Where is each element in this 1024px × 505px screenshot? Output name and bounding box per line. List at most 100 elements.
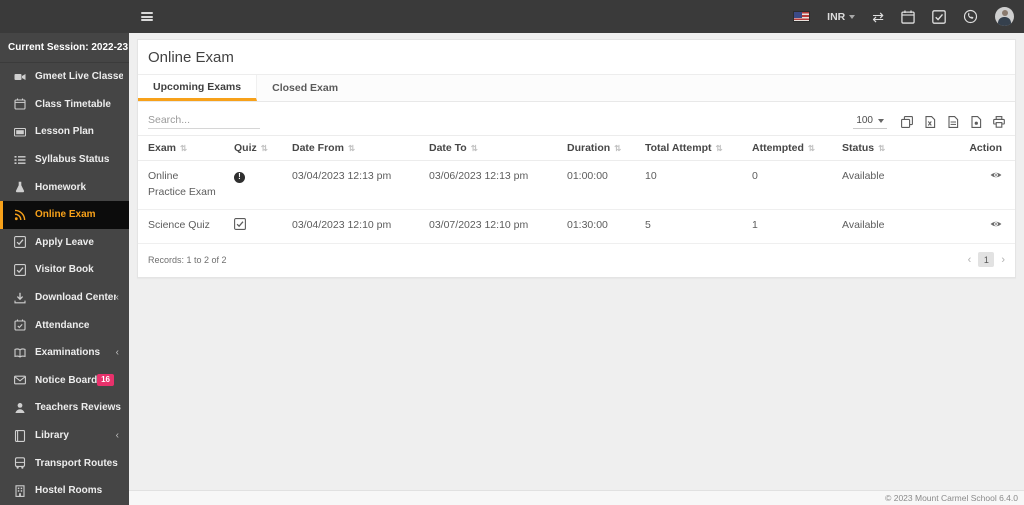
table-row: Science Quiz 03/04/2023 12:10 pm 03/07/202… — [138, 209, 1015, 245]
top-navbar: INR ⇄ — [0, 0, 1024, 33]
exclamation-circle-icon: ! — [234, 171, 245, 183]
sidebar-item-homework[interactable]: Homework — [0, 173, 129, 201]
excel-button[interactable] — [924, 115, 936, 128]
navbar-logo-area — [0, 0, 129, 33]
copy-button[interactable] — [901, 115, 913, 128]
navbar-right-cluster: INR ⇄ — [793, 7, 1024, 26]
sidebar-item-lesson-plan[interactable]: Lesson Plan — [0, 118, 129, 146]
sidebar-item-online-exam[interactable]: Online Exam — [0, 200, 129, 229]
csv-icon — [947, 115, 959, 128]
column-header-date-to[interactable]: Date To ⇅ — [421, 135, 559, 161]
current-session-label: Current Session: 2022-23 — [0, 33, 129, 63]
sidebar-item-gmeet-live-classes[interactable]: Gmeet Live Classes — [0, 63, 129, 91]
sidebar-item-label: Notice Board — [35, 374, 98, 386]
csv-button[interactable] — [947, 115, 959, 128]
screen-icon — [13, 126, 27, 138]
print-icon — [993, 115, 1005, 128]
toolbar-right: 100 — [853, 114, 1005, 129]
sidebar-item-label: Examinations — [35, 347, 101, 359]
language-flag-icon[interactable] — [793, 11, 811, 22]
sidebar-item-notice-board[interactable]: Notice Board 16 — [0, 367, 129, 395]
sidebar-item-hostel-rooms[interactable]: Hostel Rooms — [0, 477, 129, 505]
sidebar-item-visitor-book[interactable]: Visitor Book — [0, 256, 129, 284]
sidebar-menu: Gmeet Live Classes Class Timetable Lesson … — [0, 63, 129, 505]
sort-icon: ⇅ — [807, 143, 816, 153]
footer-copyright: © 2023 Mount Carmel School 6.4.0 — [129, 490, 1024, 505]
bus-icon — [13, 457, 27, 469]
sort-icon: ⇅ — [614, 143, 622, 153]
sidebar-item-apply-leave[interactable]: Apply Leave — [0, 229, 129, 257]
attempted-cell: 0 — [744, 160, 834, 210]
total-attempt-cell: 5 — [637, 209, 744, 245]
exam-name: Science Quiz — [138, 209, 226, 245]
column-header-date-from[interactable]: Date From ⇅ — [284, 135, 421, 161]
copy-icon — [901, 115, 913, 128]
duration-cell: 01:30:00 — [559, 209, 637, 245]
video-camera-icon — [13, 71, 27, 83]
exam-tabs: Upcoming Exams Closed Exam — [138, 75, 1015, 102]
whatsapp-icon[interactable] — [963, 9, 978, 24]
check-square-icon — [234, 217, 246, 230]
column-header-exam[interactable]: Exam ⇅ — [138, 135, 226, 161]
menu-toggle-icon[interactable] — [141, 12, 153, 21]
tab-upcoming-exams[interactable]: Upcoming Exams — [138, 75, 258, 101]
sidebar-item-library[interactable]: Library ‹ — [0, 422, 129, 450]
calendar-check-icon — [13, 319, 27, 331]
column-header-attempted[interactable]: Attempted ⇅ — [744, 135, 834, 161]
exams-table: Exam ⇅ Quiz ⇅ Date From ⇅ Date To ⇅ Duration ⇅ Tot… — [138, 135, 1015, 245]
table-toolbar: 100 — [138, 102, 1015, 135]
sidebar-item-label: Homework — [35, 181, 87, 193]
page-number-button[interactable]: 1 — [978, 252, 995, 268]
calendar-icon[interactable] — [901, 9, 915, 24]
status-cell: Available — [834, 209, 954, 245]
prev-page-button[interactable]: ‹ — [968, 254, 972, 266]
sidebar-item-attendance[interactable]: Attendance — [0, 311, 129, 339]
sidebar-item-label: Transport Routes — [35, 457, 118, 469]
check-square-icon — [13, 236, 27, 249]
main-content: Online Exam Upcoming ExamsClosed Exam 10… — [129, 33, 1024, 505]
column-header-action: Action — [954, 135, 1015, 161]
date-from-cell: 03/04/2023 12:13 pm — [284, 160, 421, 210]
search-input[interactable] — [148, 112, 260, 129]
sidebar-item-label: Hostel Rooms — [35, 485, 103, 497]
quiz-cell — [226, 209, 284, 245]
column-header-total-attempt[interactable]: Total Attempt ⇅ — [637, 135, 744, 161]
flask-icon — [13, 181, 27, 193]
column-header-quiz[interactable]: Quiz ⇅ — [226, 135, 284, 161]
user-icon — [13, 402, 27, 414]
pdf-button[interactable] — [970, 115, 982, 128]
rss-icon — [13, 209, 27, 221]
eye-icon[interactable] — [990, 169, 1002, 181]
page-size-select[interactable]: 100 — [853, 114, 887, 129]
chevron-down-icon — [849, 14, 856, 19]
sidebar-item-examinations[interactable]: Examinations ‹ — [0, 339, 129, 367]
sidebar-item-syllabus-status[interactable]: Syllabus Status — [0, 146, 129, 174]
chevron-left-icon: ‹ — [115, 430, 119, 442]
download-icon — [13, 292, 27, 304]
sidebar-item-label: Library — [35, 430, 69, 442]
currency-dropdown[interactable]: INR — [827, 11, 856, 23]
action-cell — [954, 209, 1015, 245]
exchange-icon[interactable]: ⇄ — [872, 10, 884, 24]
column-header-duration[interactable]: Duration ⇅ — [559, 135, 637, 161]
excel-icon — [924, 115, 936, 128]
sidebar-item-label: Class Timetable — [35, 98, 111, 110]
eye-icon[interactable] — [990, 218, 1002, 230]
sidebar-item-label: Lesson Plan — [35, 126, 94, 138]
tab-closed-exam[interactable]: Closed Exam — [257, 75, 353, 101]
envelope-icon — [13, 374, 27, 386]
total-attempt-cell: 10 — [637, 160, 744, 210]
attempted-cell: 1 — [744, 209, 834, 245]
sidebar-item-class-timetable[interactable]: Class Timetable — [0, 91, 129, 119]
print-button[interactable] — [993, 115, 1005, 128]
column-header-status[interactable]: Status ⇅ — [834, 135, 954, 161]
sidebar-item-label: Syllabus Status — [35, 154, 110, 166]
tasks-icon[interactable] — [932, 9, 946, 24]
next-page-button[interactable]: › — [1001, 254, 1005, 266]
user-avatar[interactable] — [995, 7, 1014, 26]
sidebar-item-transport-routes[interactable]: Transport Routes — [0, 449, 129, 477]
open-book-icon — [13, 347, 27, 359]
sidebar-item-download-center[interactable]: Download Center ‹ — [0, 284, 129, 312]
notice-count-badge: 16 — [97, 374, 114, 387]
sidebar-item-teachers-reviews[interactable]: Teachers Reviews — [0, 394, 129, 422]
